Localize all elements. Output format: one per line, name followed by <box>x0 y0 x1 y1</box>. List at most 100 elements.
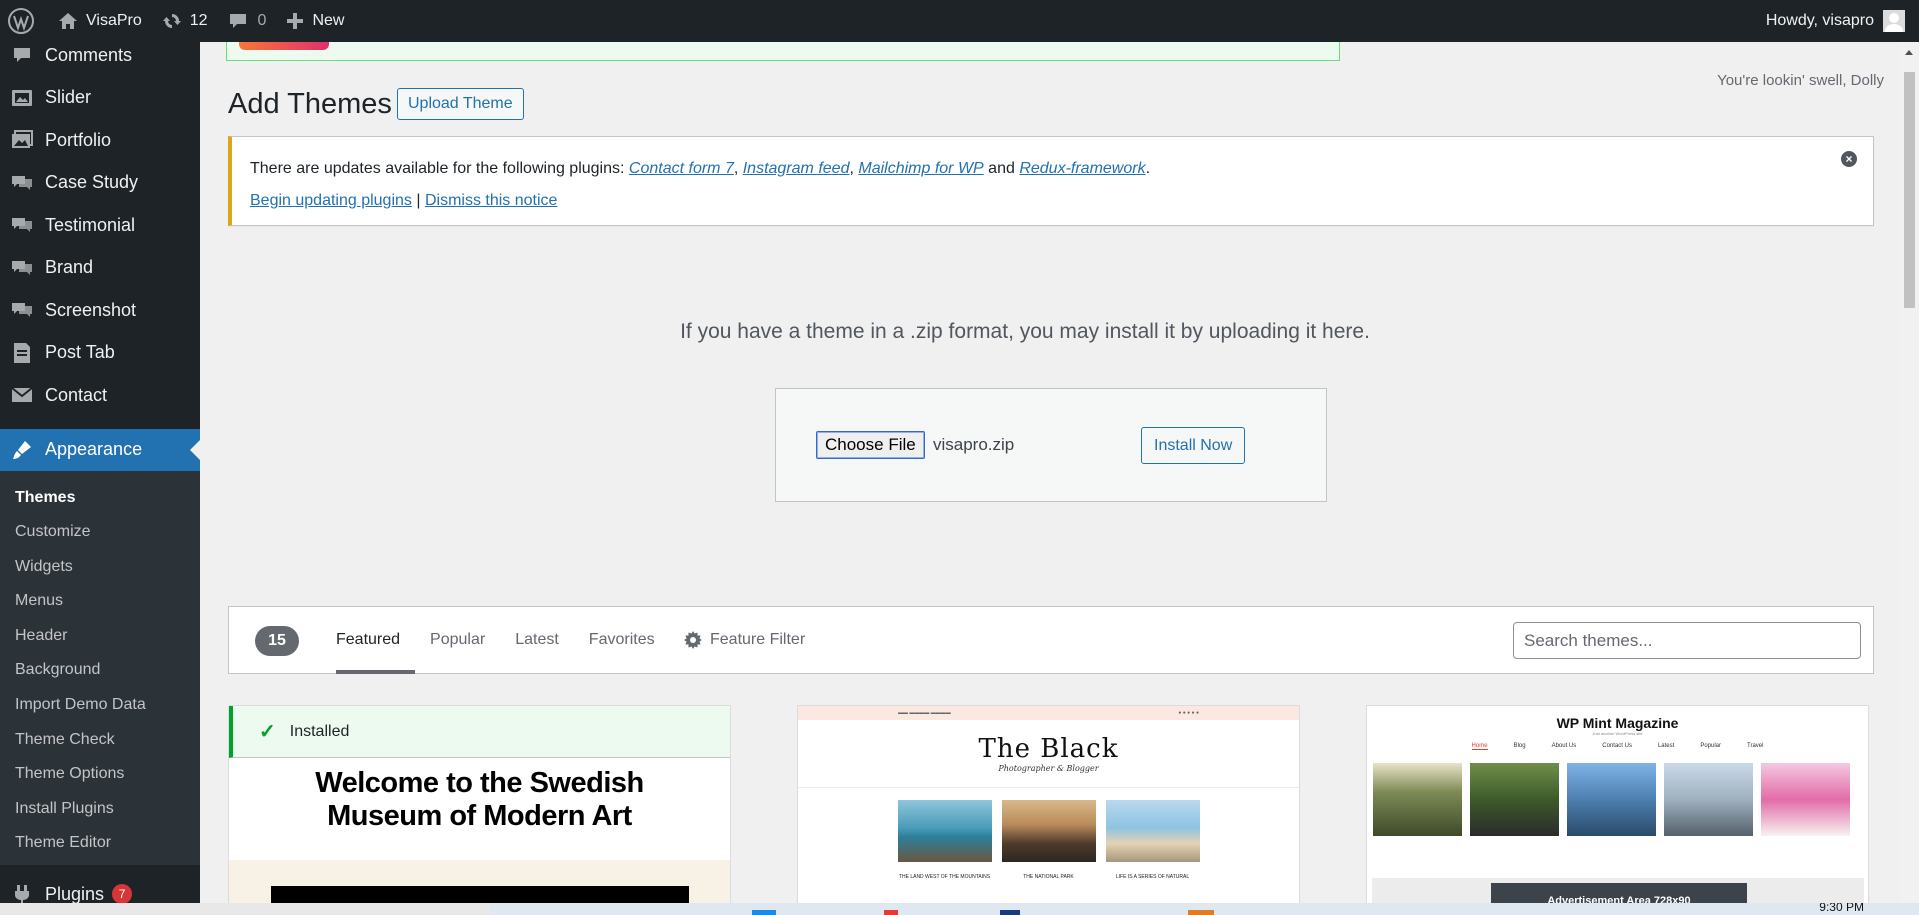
menu-item-screenshot[interactable]: Screenshot <box>0 289 200 332</box>
topbar-menu-text: ▬▬ ▬▬▬▬ ▬▬▬▬ <box>898 710 951 716</box>
post-preview: THE LAND WEST OF THE MOUNTAINS <box>897 800 992 880</box>
tab-popular[interactable]: Popular <box>430 607 500 673</box>
site-name-link[interactable]: VisaPro <box>48 0 152 42</box>
my-account-link[interactable]: Howdy, visapro <box>1756 0 1919 42</box>
theme-card-wp-mint-magazine[interactable]: WP Mint Magazine Just another WordPress … <box>1366 705 1869 915</box>
submenu-item-theme-check[interactable]: Theme Check <box>0 723 200 758</box>
upload-help-text: If you have a theme in a .zip format, yo… <box>680 320 1370 343</box>
theme-filter-bar: 15 Featured Popular Latest Favorites Fea… <box>228 606 1874 674</box>
plugin-link-mailchimp-for-wp[interactable]: Mailchimp for WP <box>858 160 983 177</box>
menu-item-appearance[interactable]: Appearance <box>0 428 200 471</box>
tab-featured[interactable]: Featured <box>336 607 416 674</box>
menu-item-portfolio[interactable]: Portfolio <box>0 119 200 162</box>
paintbrush-icon <box>9 437 35 463</box>
submenu-item-customize[interactable]: Customize <box>0 515 200 550</box>
comment-bubble-icon <box>228 12 248 30</box>
tab-favorites[interactable]: Favorites <box>589 607 670 673</box>
new-content-link[interactable]: New <box>276 0 354 42</box>
wordpress-logo-icon[interactable] <box>0 0 48 42</box>
menu-item-contact[interactable]: Contact <box>0 374 200 417</box>
updates-icon <box>162 11 182 31</box>
scroll-up-arrow-icon[interactable] <box>1905 50 1913 55</box>
menu-item-label: Testimonial <box>45 214 136 235</box>
submenu-item-background[interactable]: Background <box>0 653 200 688</box>
instagram-gradient-button[interactable] <box>239 42 329 50</box>
taskbar-clock[interactable]: 9:30 PM <box>1819 903 1864 914</box>
submenu-item-header[interactable]: Header <box>0 619 200 654</box>
menu-item-testimonial[interactable]: Testimonial <box>0 204 200 247</box>
taskbar-app-icon[interactable] <box>884 910 898 915</box>
install-now-button[interactable]: Install Now <box>1141 427 1246 464</box>
comments-count: 0 <box>257 12 267 29</box>
grid-thumbnail <box>1664 763 1753 836</box>
updates-link[interactable]: 12 <box>152 0 218 42</box>
admin-menu: Comments Slider Portfolio Case Study Tes… <box>0 42 200 915</box>
taskbar-app-icon[interactable] <box>752 910 776 915</box>
post-thumbnail <box>1105 800 1200 862</box>
theme-card-installed[interactable]: ✓ Installed Welcome to the Swedish Museu… <box>228 705 731 915</box>
theme-card-the-black[interactable]: ▬▬ ▬▬▬▬ ▬▬▬▬ ● ● ● ● ● The Black Photogr… <box>797 705 1300 915</box>
selected-file-name: visapro.zip <box>933 435 1015 454</box>
post-thumbnail <box>1001 800 1096 862</box>
divider <box>798 787 1299 788</box>
howdy-text: Howdy, visapro <box>1765 12 1874 29</box>
comments-link[interactable]: 0 <box>218 0 277 42</box>
plugin-link-instagram-feed[interactable]: Instagram feed <box>743 160 850 177</box>
begin-updating-plugins-link[interactable]: Begin updating plugins <box>250 192 412 209</box>
menu-item-brand[interactable]: Brand <box>0 247 200 290</box>
post-caption: LIFE IS A SERIES OF NATURAL <box>1115 874 1190 880</box>
brand-icon <box>9 255 35 281</box>
installed-label: Installed <box>289 722 350 740</box>
menu-item-comments[interactable]: Comments <box>0 42 200 77</box>
theme-screenshot-subtitle: Just another WordPress site <box>1592 731 1643 736</box>
search-themes-input[interactable] <box>1513 622 1861 659</box>
submenu-item-theme-options[interactable]: Theme Options <box>0 757 200 792</box>
nav-item: Blog <box>1513 743 1526 749</box>
theme-screenshot-topbar: ▬▬ ▬▬▬▬ ▬▬▬▬ ● ● ● ● ● <box>798 706 1299 720</box>
taskbar-search-area[interactable] <box>0 903 490 915</box>
notice-separator: | <box>411 192 425 209</box>
new-label: New <box>312 12 345 29</box>
choose-file-button[interactable]: Choose File <box>816 431 925 459</box>
submenu-item-widgets[interactable]: Widgets <box>0 550 200 585</box>
theme-screenshot-posts: THE LAND WEST OF THE MOUNTAINS THE NATIO… <box>798 800 1299 880</box>
screenshot-icon <box>9 297 35 323</box>
post-caption: THE LAND WEST OF THE MOUNTAINS <box>898 874 991 880</box>
submenu-item-import-demo-data[interactable]: Import Demo Data <box>0 688 200 723</box>
post-thumbnail <box>897 800 992 862</box>
plugin-link-redux-framework[interactable]: Redux-framework <box>1019 160 1145 177</box>
slider-icon <box>9 85 35 111</box>
tab-latest[interactable]: Latest <box>515 607 574 673</box>
page-scrollbar[interactable] <box>1900 42 1919 903</box>
submenu-item-themes[interactable]: Themes <box>0 481 200 516</box>
contact-icon <box>9 382 35 408</box>
taskbar-app-icon[interactable] <box>1188 910 1214 915</box>
home-icon <box>58 12 78 30</box>
theme-screenshot-grid <box>1367 763 1868 836</box>
theme-screenshot-nav: Home Blog About Us Contact Us Latest Pop… <box>1367 743 1868 750</box>
appearance-submenu: Themes Customize Widgets Menus Header Ba… <box>0 470 200 866</box>
theme-screenshot-heading: Welcome to the Swedish Museum of Modern … <box>315 767 644 832</box>
dismiss-notice-link[interactable]: Dismiss this notice <box>425 192 557 209</box>
site-name: VisaPro <box>86 12 142 29</box>
submenu-item-theme-editor[interactable]: Theme Editor <box>0 826 200 861</box>
portfolio-icon <box>9 127 35 153</box>
close-icon[interactable]: × <box>1841 151 1857 167</box>
menu-item-case-study[interactable]: Case Study <box>0 162 200 205</box>
theme-screenshot-logo: The Black <box>978 734 1119 764</box>
upload-theme-button[interactable]: Upload Theme <box>397 88 524 120</box>
grid-thumbnail <box>1373 763 1462 836</box>
taskbar-app-icon[interactable] <box>1000 910 1020 915</box>
notice-and-text: and <box>983 160 1020 177</box>
menu-item-post-tab[interactable]: Post Tab <box>0 332 200 375</box>
submenu-item-menus[interactable]: Menus <box>0 584 200 619</box>
comment-icon <box>9 42 35 68</box>
feature-filter-button[interactable]: Feature Filter <box>684 607 805 673</box>
updates-count: 12 <box>189 12 208 29</box>
scrollbar-thumb[interactable] <box>1904 72 1915 308</box>
notice-intro-text: There are updates available for the foll… <box>250 160 629 177</box>
submenu-item-install-plugins[interactable]: Install Plugins <box>0 792 200 827</box>
plugin-link-contact-form-7[interactable]: Contact form 7 <box>629 160 734 177</box>
menu-item-slider[interactable]: Slider <box>0 77 200 120</box>
hello-dolly-lyric: You're lookin' swell, Dolly <box>1717 72 1884 89</box>
